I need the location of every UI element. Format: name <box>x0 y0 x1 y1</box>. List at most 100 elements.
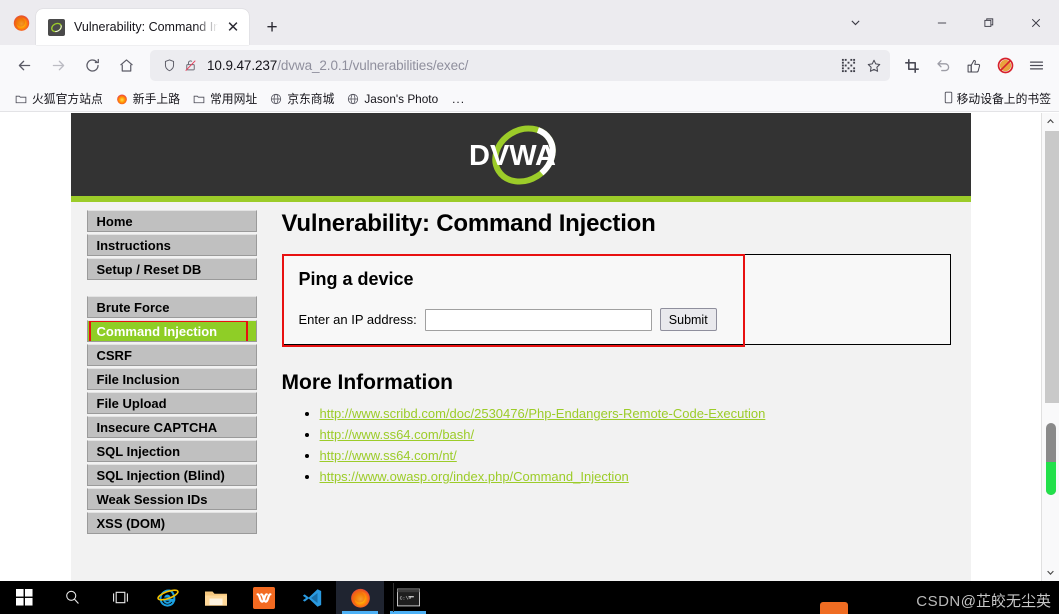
dvwa-header-banner: DVWA <box>70 113 971 202</box>
new-tab-button[interactable]: + <box>257 12 287 42</box>
screenshot-crop-icon[interactable] <box>897 51 927 81</box>
home-button-icon[interactable] <box>110 49 143 82</box>
start-button[interactable] <box>0 581 48 614</box>
adblock-icon[interactable] <box>990 51 1020 81</box>
sidebar-item-insecure-captcha[interactable]: Insecure CAPTCHA <box>86 416 257 438</box>
mobile-icon <box>943 91 954 107</box>
file-explorer-button[interactable] <box>192 581 240 614</box>
forward-button-icon[interactable] <box>42 49 75 82</box>
firefox-icon <box>350 588 370 608</box>
bookmark-label: Jason's Photo <box>364 91 439 106</box>
qr-code-icon[interactable] <box>838 53 859 79</box>
sidebar-item-file-upload[interactable]: File Upload <box>86 392 257 414</box>
task-view-icon <box>112 591 128 604</box>
search-icon <box>65 590 79 604</box>
page-body: Home Instructions Setup / Reset DB Brute… <box>71 196 971 536</box>
sidebar-item-home[interactable]: Home <box>86 210 257 232</box>
dvwa-page-container: DVWA Home Instructions Setup / Reset DB … <box>70 113 971 581</box>
mobile-bookmarks-label: 移动设备上的书签 <box>956 92 1051 106</box>
ping-a-device-panel: Ping a device Enter an IP address: Submi… <box>281 254 951 347</box>
info-link[interactable]: http://www.scribd.com/doc/2530476/Php-En… <box>320 406 766 421</box>
scroll-down-arrow-icon[interactable] <box>1042 564 1059 581</box>
bookmark-item[interactable]: 京东商城 <box>263 88 340 109</box>
reload-button-icon[interactable] <box>76 49 109 82</box>
list-item: http://www.ss64.com/nt/ <box>320 447 951 465</box>
sidebar-item-file-inclusion[interactable]: File Inclusion <box>86 368 257 390</box>
ip-address-label: Enter an IP address: <box>298 312 417 327</box>
address-bar[interactable]: 10.9.47.237/dvwa_2.0.1/vulnerabilities/e… <box>150 50 890 81</box>
dvwa-logo-icon: DVWA <box>469 125 556 184</box>
dvwa-page: DVWA Home Instructions Setup / Reset DB … <box>0 113 1041 581</box>
windows-taskbar: C:\> CSDN@芷皎无尘英 <box>0 581 1059 614</box>
bookmark-label: 火狐官方站点 <box>32 92 103 106</box>
folder-icon <box>192 92 206 106</box>
list-item: http://www.scribd.com/doc/2530476/Php-En… <box>320 405 951 423</box>
scrollbar-thumb[interactable] <box>1046 423 1056 495</box>
vscode-button[interactable] <box>288 581 336 614</box>
shield-icon[interactable] <box>159 55 180 76</box>
url-path: /dvwa_2.0.1/vulnerabilities/exec/ <box>277 58 469 73</box>
mobile-bookmarks-item[interactable]: 移动设备上的书签 <box>943 90 1051 107</box>
tab-close-icon[interactable]: ✕ <box>223 17 243 37</box>
bookmark-item[interactable]: 新手上路 <box>109 88 186 109</box>
xampp-button[interactable] <box>240 581 288 614</box>
scrollbar-track[interactable] <box>1045 131 1059 403</box>
scroll-up-arrow-icon[interactable] <box>1042 113 1059 130</box>
sidebar-item-instructions[interactable]: Instructions <box>86 234 257 256</box>
sidebar-item-sql-injection[interactable]: SQL Injection <box>86 440 257 462</box>
folder-icon <box>14 92 28 106</box>
sidebar-item-csrf[interactable]: CSRF <box>86 344 257 366</box>
firefox-icon <box>115 92 129 106</box>
ip-address-input[interactable] <box>424 308 652 331</box>
url-host: 10.9.47.237 <box>207 58 278 73</box>
broken-lock-icon[interactable] <box>180 55 201 76</box>
bookmarks-toolbar: 火狐官方站点 新手上路 常用网址 京东商城 Jason's Photo ... … <box>0 86 1059 112</box>
info-link[interactable]: http://www.ss64.com/nt/ <box>320 448 457 463</box>
internet-explorer-button[interactable] <box>144 581 192 614</box>
sidebar-item-sql-injection-blind[interactable]: SQL Injection (Blind) <box>86 464 257 486</box>
bookmark-star-icon[interactable] <box>863 53 884 79</box>
sidebar-separator <box>87 282 257 296</box>
window-restore-button[interactable] <box>965 0 1012 45</box>
pocket-save-icon[interactable] <box>959 51 989 81</box>
search-button[interactable] <box>48 581 96 614</box>
svg-text:C:\>: C:\> <box>399 595 411 601</box>
sidebar-item-xss-dom[interactable]: XSS (DOM) <box>86 512 257 534</box>
task-view-button[interactable] <box>96 581 144 614</box>
watermark-suffix: @芷皎无尘英 <box>960 593 1051 610</box>
sidebar-item-command-injection[interactable]: Command Injection <box>86 320 257 342</box>
bookmark-item[interactable]: 常用网址 <box>186 88 263 109</box>
sidebar-item-weak-session-ids[interactable]: Weak Session IDs <box>86 488 257 510</box>
info-link[interactable]: https://www.owasp.org/index.php/Command_… <box>320 469 629 484</box>
sidebar-menu: Home Instructions Setup / Reset DB Brute… <box>71 210 257 536</box>
sidebar-item-setup-reset-db[interactable]: Setup / Reset DB <box>86 258 257 280</box>
sidebar-item-label: Command Injection <box>96 324 218 339</box>
annotation-panel-box <box>281 254 745 347</box>
window-controls <box>828 0 1059 45</box>
page-scrollbar[interactable] <box>1041 113 1059 581</box>
browser-tab[interactable]: Vulnerability: Command Injec ✕ <box>36 9 249 45</box>
bookmark-item[interactable]: Jason's Photo <box>340 90 444 108</box>
window-minimize-button[interactable] <box>918 0 965 45</box>
page-title: Vulnerability: Command Injection <box>281 210 656 237</box>
back-button-icon[interactable] <box>8 49 41 82</box>
info-link[interactable]: http://www.ss64.com/bash/ <box>320 427 475 442</box>
command-prompt-button[interactable]: C:\> <box>384 581 432 614</box>
globe-icon <box>346 92 360 106</box>
hamburger-menu-icon[interactable] <box>1021 51 1051 81</box>
submit-button[interactable]: Submit <box>659 308 717 331</box>
sidebar-item-brute-force[interactable]: Brute Force <box>86 296 257 318</box>
tab-list-chevron-down-icon[interactable] <box>828 0 882 45</box>
bookmarks-overflow-icon[interactable]: ... <box>444 90 473 108</box>
dvwa-favicon-icon <box>48 18 65 36</box>
list-item: http://www.ss64.com/bash/ <box>320 426 951 444</box>
folder-icon <box>205 591 227 606</box>
internet-explorer-icon <box>157 588 179 607</box>
undo-arrow-icon[interactable] <box>928 51 958 81</box>
tab-title: Vulnerability: Command Injec <box>74 20 221 34</box>
firefox-button[interactable] <box>336 581 384 614</box>
bookmark-item[interactable]: 火狐官方站点 <box>8 88 109 109</box>
more-information-list: http://www.scribd.com/doc/2530476/Php-En… <box>282 405 951 486</box>
window-close-button[interactable] <box>1012 0 1059 45</box>
list-item: https://www.owasp.org/index.php/Command_… <box>320 468 951 486</box>
